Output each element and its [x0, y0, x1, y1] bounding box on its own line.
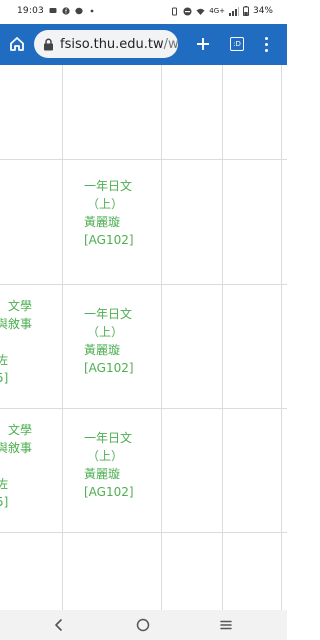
status-time: 19:03	[17, 6, 44, 16]
dot-icon	[90, 9, 94, 13]
battery-level: 34%	[252, 6, 273, 16]
overflow-menu-button[interactable]	[256, 33, 276, 55]
url-path: /w	[163, 36, 178, 52]
course-cell-left[interactable]: ：文學 與敘事 佐 5]	[0, 297, 32, 387]
status-right: 4G+ 34%	[170, 6, 273, 16]
new-tab-button[interactable]	[192, 33, 214, 55]
lock-icon	[43, 37, 54, 51]
course-teacher: 黃麗璇	[84, 467, 121, 481]
course-section: （上）	[87, 197, 124, 211]
status-bar: 19:03 f 4G+ 34%	[0, 0, 287, 24]
chat-icon	[49, 8, 57, 13]
grid-vline	[161, 65, 162, 610]
grid-vline	[281, 65, 282, 610]
menu-dot-icon	[264, 48, 268, 52]
url-text: fsiso.thu.edu.tw/w	[60, 37, 178, 52]
grid-vline	[62, 65, 63, 610]
course-line: ：文學	[0, 423, 33, 437]
grid-hline	[0, 532, 287, 533]
course-room: [AG102]	[84, 485, 134, 499]
course-spacer	[0, 333, 32, 351]
course-name: 一年日文	[84, 179, 133, 193]
course-cell-left[interactable]: ：文學 與敘事 佐 5]	[0, 421, 32, 511]
signal-icon	[228, 6, 239, 16]
system-navigation-bar	[0, 610, 287, 640]
course-line: 佐	[0, 353, 9, 367]
browser-toolbar: fsiso.thu.edu.tw/w :D	[0, 24, 287, 65]
home-button[interactable]	[6, 33, 28, 55]
course-room: [AG102]	[84, 233, 134, 247]
grid-hline	[0, 284, 287, 285]
course-line: 與敘事	[0, 317, 33, 331]
grid-vline	[222, 65, 223, 610]
course-line: 佐	[0, 477, 9, 491]
course-section: （上）	[87, 325, 124, 339]
course-line: 與敘事	[0, 441, 33, 455]
facebook-icon: f	[62, 7, 70, 15]
course-name: 一年日文	[84, 307, 133, 321]
grid-hline	[0, 159, 287, 160]
course-cell[interactable]: 一年日文 （上） 黃麗璇 [AG102]	[84, 177, 134, 249]
course-line: 5]	[0, 495, 9, 509]
timetable[interactable]: ：文學 與敘事 佐 5] ：文學 與敘事 佐 5] 一年日文 （上） 黃麗璇 […	[0, 65, 287, 610]
course-teacher: 黃麗璇	[84, 343, 121, 357]
home-circle-icon[interactable]	[136, 618, 150, 632]
menu-dot-icon	[264, 36, 268, 40]
course-spacer	[0, 457, 32, 475]
tab-switcher-button[interactable]: :D	[226, 33, 248, 55]
grid-hline	[0, 408, 287, 409]
back-icon[interactable]	[52, 618, 66, 632]
recent-apps-icon[interactable]	[219, 618, 233, 632]
course-section: （上）	[87, 449, 124, 463]
home-icon	[10, 37, 24, 51]
vibrate-icon	[172, 7, 178, 15]
tab-count: :D	[230, 37, 244, 51]
url-domain: fsiso.thu.edu.tw	[60, 36, 164, 52]
network-type: 4G+	[209, 7, 225, 15]
course-cell[interactable]: 一年日文 （上） 黃麗璇 [AG102]	[84, 429, 134, 501]
course-room: [AG102]	[84, 361, 134, 375]
course-cell[interactable]: 一年日文 （上） 黃麗璇 [AG102]	[84, 305, 134, 377]
course-name: 一年日文	[84, 431, 133, 445]
do-not-disturb-icon	[183, 7, 192, 15]
address-bar[interactable]: fsiso.thu.edu.tw/w	[34, 30, 178, 58]
course-line: ：文學	[0, 299, 33, 313]
plus-icon	[197, 38, 209, 50]
battery-icon	[242, 6, 249, 16]
course-teacher: 黃麗璇	[84, 215, 121, 229]
menu-dot-icon	[264, 42, 268, 46]
course-line: 5]	[0, 371, 9, 385]
messenger-icon	[75, 7, 83, 15]
status-left: 19:03 f	[17, 6, 96, 16]
wifi-icon	[196, 8, 205, 15]
